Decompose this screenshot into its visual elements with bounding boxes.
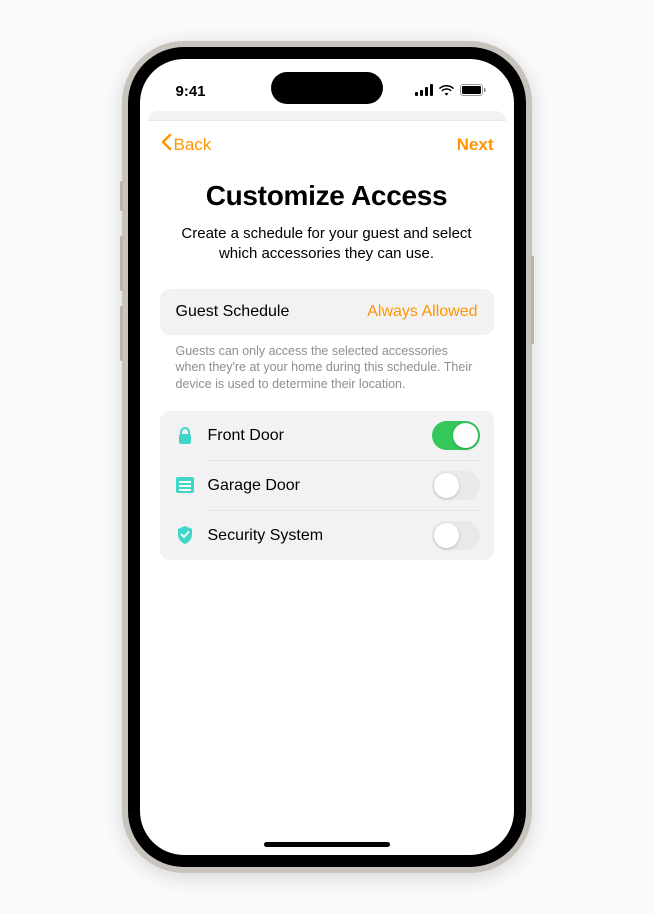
sheet-behind-peek [148, 111, 506, 121]
shield-icon [174, 524, 196, 546]
garage-icon [174, 474, 196, 496]
nav-bar: Back Next [160, 121, 494, 162]
back-label: Back [174, 135, 212, 155]
guest-schedule-footnote: Guests can only access the selected acce… [160, 335, 494, 394]
accessory-label: Security System [208, 527, 324, 545]
guest-schedule-label: Guest Schedule [176, 303, 290, 321]
chevron-left-icon [160, 133, 172, 156]
volume-up-button [120, 236, 123, 291]
guest-schedule-row[interactable]: Guest Schedule Always Allowed [160, 289, 494, 335]
page-title: Customize Access [160, 180, 494, 212]
accessory-row-front-door: Front Door [160, 411, 494, 460]
phone-frame: 9:41 [122, 41, 532, 873]
cellular-icon [415, 83, 433, 100]
guest-schedule-card: Guest Schedule Always Allowed [160, 289, 494, 335]
accessory-label: Front Door [208, 427, 284, 445]
accessory-row-security-system: Security System [160, 510, 494, 560]
phone-bezel: 9:41 [128, 47, 526, 867]
power-button [531, 256, 534, 344]
accessory-row-garage-door: Garage Door [160, 460, 494, 510]
page-subtitle: Create a schedule for your guest and sel… [160, 224, 494, 265]
back-button[interactable]: Back [160, 133, 212, 156]
sheet-content: Back Next Customize Access Create a sche… [140, 121, 514, 560]
accessory-toggle-security-system[interactable] [432, 521, 480, 550]
home-indicator[interactable] [264, 842, 390, 847]
dynamic-island [271, 72, 383, 104]
screen: 9:41 [140, 59, 514, 855]
next-button[interactable]: Next [457, 135, 494, 155]
battery-icon [460, 83, 486, 100]
accessory-label: Garage Door [208, 477, 301, 495]
status-time: 9:41 [176, 83, 206, 100]
lock-icon [174, 425, 196, 447]
silence-switch [120, 181, 123, 211]
accessory-toggle-garage-door[interactable] [432, 471, 480, 500]
status-indicators [415, 83, 486, 100]
accessories-list: Front Door Garage Door [160, 411, 494, 560]
guest-schedule-value: Always Allowed [367, 303, 477, 321]
accessory-toggle-front-door[interactable] [432, 421, 480, 450]
wifi-icon [438, 83, 455, 100]
volume-down-button [120, 306, 123, 361]
